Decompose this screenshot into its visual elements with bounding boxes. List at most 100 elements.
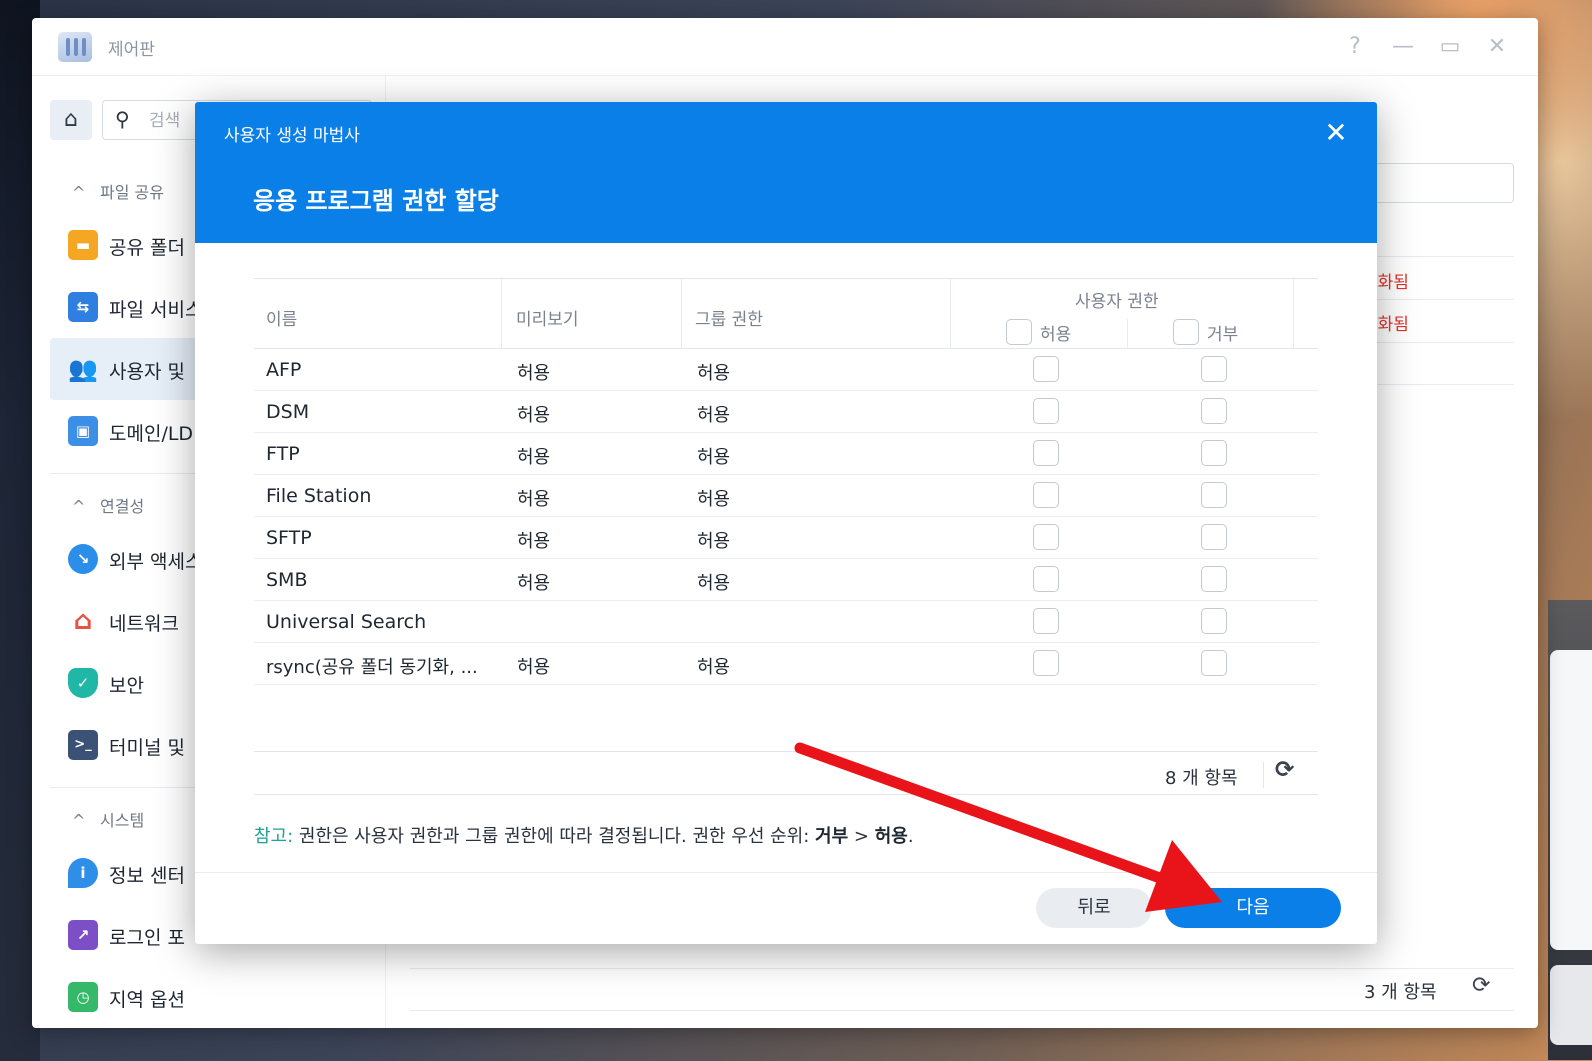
- group-permission-value: 허용: [697, 531, 731, 552]
- column-header-allow: 허용: [1040, 325, 1072, 345]
- sidebar-item-label: 터미널 및: [109, 737, 185, 759]
- window-title: 제어판: [108, 40, 155, 60]
- column-separator: [1127, 319, 1128, 349]
- table-row[interactable]: File Station 허용 허용: [254, 475, 1318, 517]
- preview-value: 허용: [517, 405, 551, 426]
- group-permission-value: 허용: [697, 657, 731, 678]
- table-footer-border: [254, 794, 1318, 795]
- deny-checkbox[interactable]: [1201, 482, 1227, 508]
- note-label: 참고:: [254, 826, 294, 847]
- table-row[interactable]: rsync(공유 폴더 동기화, ... 허용 허용: [254, 643, 1318, 685]
- wizard-title: 사용자 생성 마법사: [224, 126, 360, 146]
- table-row[interactable]: Universal Search: [254, 601, 1318, 643]
- column-header-group-permission[interactable]: 그룹 권한: [695, 305, 763, 330]
- footer-separator: [1263, 762, 1264, 788]
- group-permission-value: 허용: [697, 447, 731, 468]
- allow-checkbox[interactable]: [1033, 566, 1059, 592]
- deny-checkbox[interactable]: [1201, 440, 1227, 466]
- app-name: SMB: [266, 569, 308, 591]
- folder-icon: ▬: [68, 230, 98, 260]
- app-name: File Station: [266, 485, 372, 507]
- allow-checkbox[interactable]: [1033, 356, 1059, 382]
- table-row[interactable]: SFTP 허용 허용: [254, 517, 1318, 559]
- deny-checkbox[interactable]: [1201, 566, 1227, 592]
- close-dialog-icon[interactable]: ✕: [1319, 116, 1353, 150]
- sidebar-item-regional-options[interactable]: ◷ 지역 옵션: [50, 966, 380, 1028]
- deny-checkbox[interactable]: [1201, 608, 1227, 634]
- allow-checkbox[interactable]: [1033, 482, 1059, 508]
- group-permission-value: 허용: [697, 405, 731, 426]
- note-allow: 허용: [874, 826, 908, 847]
- table-row[interactable]: DSM 허용 허용: [254, 391, 1318, 433]
- allow-all-checkbox[interactable]: [1006, 319, 1032, 345]
- preview-value: 허용: [517, 363, 551, 384]
- deny-checkbox[interactable]: [1201, 524, 1227, 550]
- table-footer-border: [254, 751, 1318, 752]
- column-header-deny: 거부: [1207, 325, 1239, 345]
- note-deny: 거부: [815, 826, 849, 847]
- column-separator: [950, 279, 951, 349]
- table-row[interactable]: FTP 허용 허용: [254, 433, 1318, 475]
- users-icon: 👥: [68, 355, 98, 383]
- chevron-up-icon: ^: [72, 811, 86, 830]
- close-window-icon[interactable]: ✕: [1482, 32, 1512, 62]
- terminal-icon: >_: [68, 730, 98, 760]
- sidebar-item-label: 도메인/LD: [109, 423, 194, 445]
- preview-value: 허용: [517, 573, 551, 594]
- user-creation-wizard-dialog: 사용자 생성 마법사 응용 프로그램 권한 할당 ✕ 이름 미리보기 그룹 권한…: [195, 102, 1377, 944]
- refresh-icon[interactable]: ⟳: [1275, 757, 1294, 783]
- sidebar-item-label: 네트워크: [109, 613, 179, 635]
- group-permission-value: 허용: [697, 363, 731, 384]
- table-row[interactable]: SMB 허용 허용: [254, 559, 1318, 601]
- deny-all-checkbox[interactable]: [1173, 319, 1199, 345]
- column-header-preview[interactable]: 미리보기: [516, 305, 579, 330]
- column-header-name[interactable]: 이름: [266, 305, 297, 330]
- minimize-icon[interactable]: —: [1388, 32, 1418, 62]
- window-titlebar: 제어판 ? — ▭ ✕: [32, 18, 1538, 76]
- login-portal-icon: ↗: [68, 920, 98, 950]
- app-name: AFP: [266, 359, 302, 381]
- sidebar-item-label: 보안: [109, 675, 144, 697]
- chevron-up-icon: ^: [72, 497, 86, 516]
- search-icon: ⚲: [115, 107, 130, 131]
- regional-options-icon: ◷: [68, 982, 98, 1012]
- sidebar-item-label: 공유 폴더: [109, 237, 185, 259]
- home-button[interactable]: ⌂: [50, 100, 92, 140]
- table-header: 이름 미리보기 그룹 권한 사용자 권한 허용 거부: [254, 279, 1318, 349]
- maximize-icon[interactable]: ▭: [1435, 32, 1465, 62]
- deny-checkbox[interactable]: [1201, 356, 1227, 382]
- back-button[interactable]: 뒤로: [1036, 888, 1152, 928]
- chevron-up-icon: ^: [72, 183, 86, 202]
- deny-checkbox[interactable]: [1201, 650, 1227, 676]
- preview-value: 허용: [517, 489, 551, 510]
- column-separator: [681, 279, 682, 349]
- external-access-icon: ↘: [68, 544, 98, 574]
- domain-icon: ▣: [68, 416, 98, 446]
- next-button[interactable]: 다음: [1165, 888, 1341, 928]
- note-text: 권한은 사용자 권한과 그룹 권한에 따라 결정됩니다. 권한 우선 순위:: [293, 826, 816, 847]
- preview-value: 허용: [517, 657, 551, 678]
- help-icon[interactable]: ?: [1340, 32, 1370, 62]
- app-name: Universal Search: [266, 611, 427, 633]
- app-name: DSM: [266, 401, 310, 423]
- permission-note: 참고: 권한은 사용자 권한과 그룹 권한에 따라 결정됩니다. 권한 우선 순…: [254, 822, 914, 848]
- section-connectivity[interactable]: ^ 연결성: [72, 493, 144, 517]
- deny-checkbox[interactable]: [1201, 398, 1227, 424]
- allow-checkbox[interactable]: [1033, 524, 1059, 550]
- column-separator: [1293, 279, 1294, 349]
- section-system[interactable]: ^ 시스템: [72, 807, 144, 831]
- allow-checkbox[interactable]: [1033, 608, 1059, 634]
- allow-checkbox[interactable]: [1033, 440, 1059, 466]
- group-permission-value: 허용: [697, 573, 731, 594]
- background-refresh-icon: ⟳: [1472, 973, 1491, 998]
- sidebar-item-label: 정보 센터: [109, 865, 185, 887]
- allow-checkbox[interactable]: [1033, 650, 1059, 676]
- sidebar-item-label: 사용자 및: [109, 361, 185, 383]
- table-row[interactable]: AFP 허용 허용: [254, 349, 1318, 391]
- app-name: FTP: [266, 443, 300, 465]
- section-file-sharing[interactable]: ^ 파일 공유: [72, 179, 164, 203]
- background-window-edge-2: [1550, 965, 1592, 1045]
- sidebar-item-label: 로그인 포: [109, 927, 185, 949]
- allow-checkbox[interactable]: [1033, 398, 1059, 424]
- app-name: SFTP: [266, 527, 312, 549]
